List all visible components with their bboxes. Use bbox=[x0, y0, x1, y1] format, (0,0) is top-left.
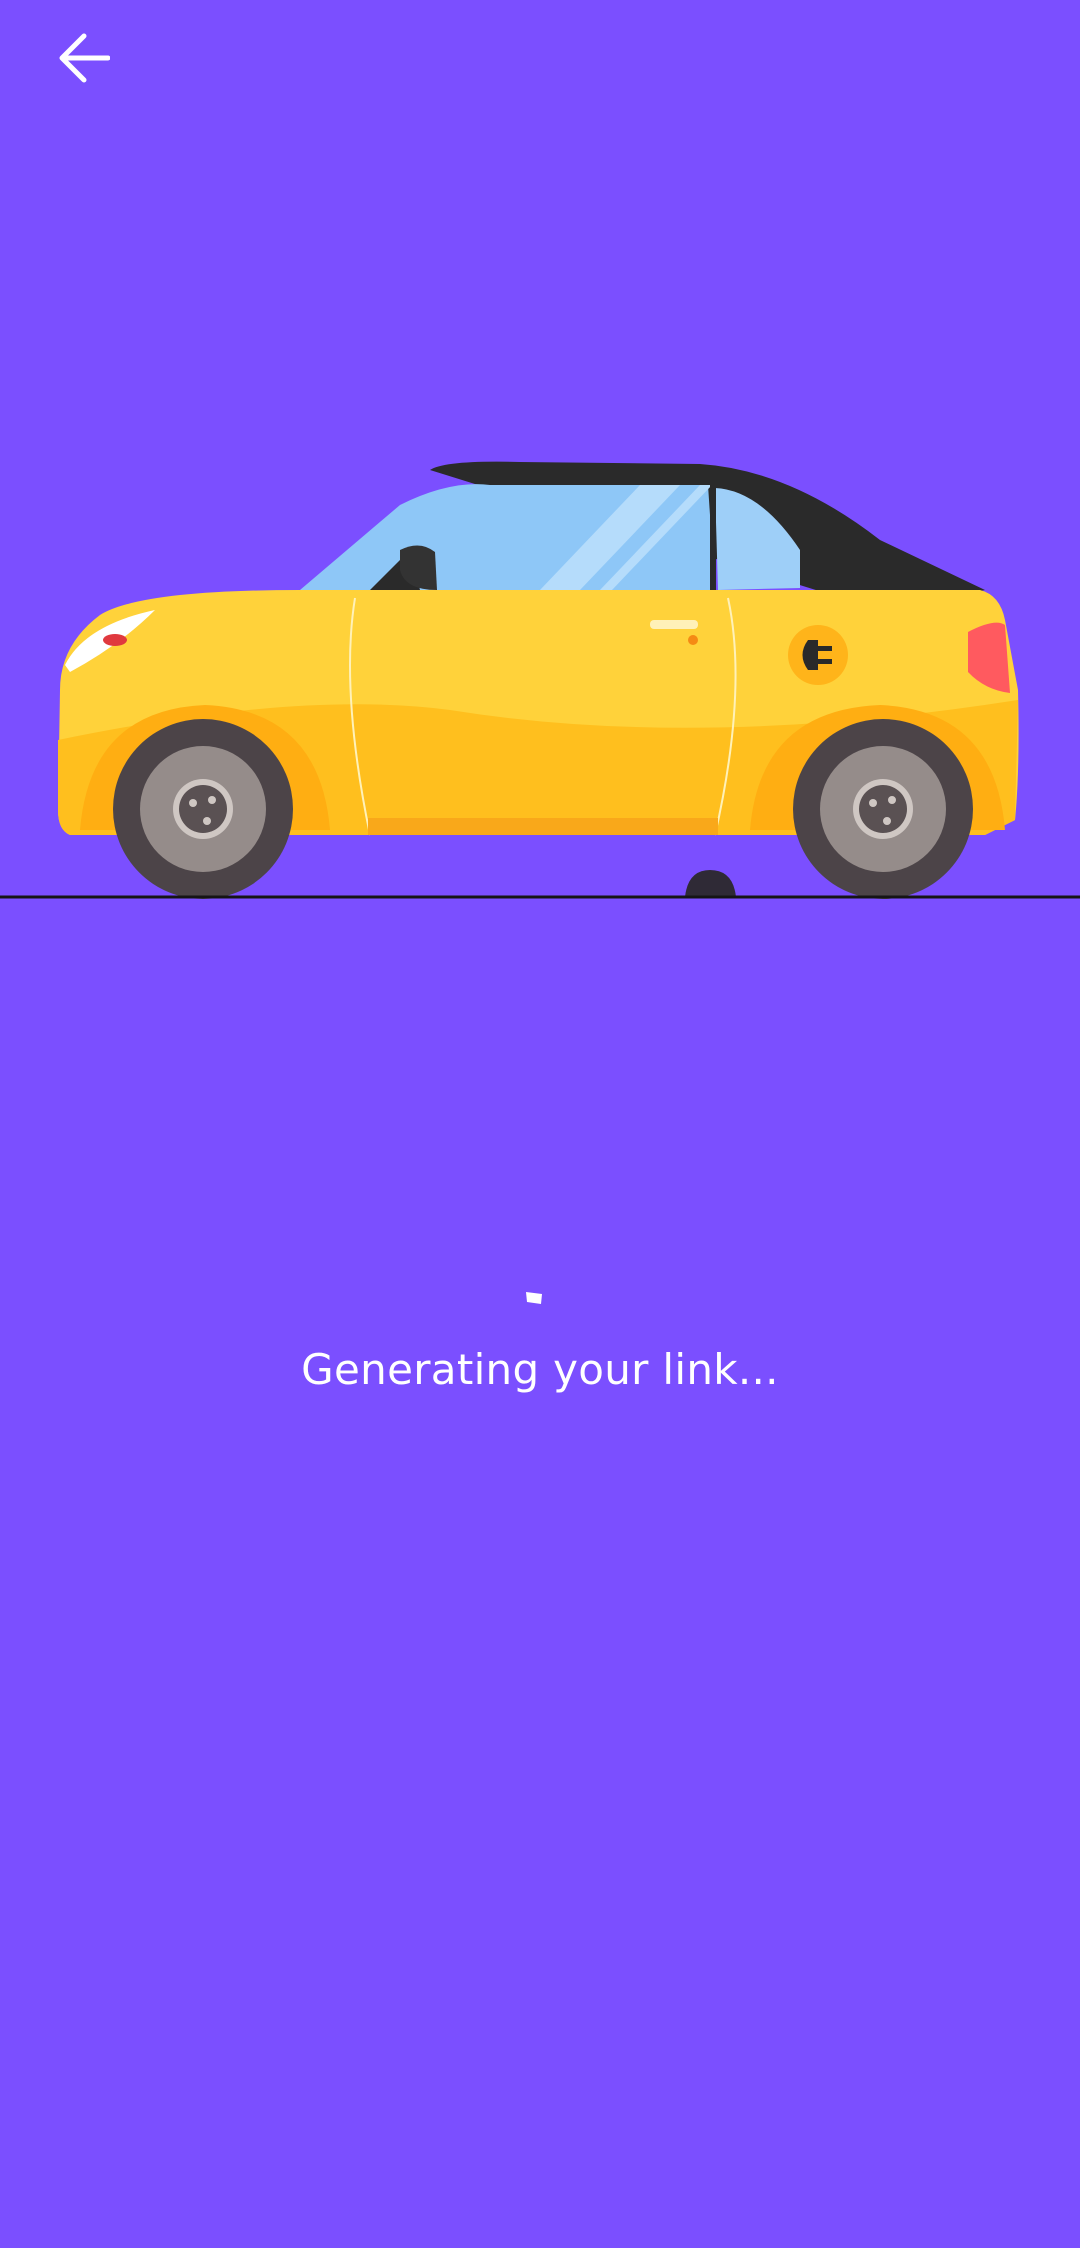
rear-wheel bbox=[793, 719, 973, 899]
car-illustration bbox=[0, 461, 1080, 899]
loading-status-text: Generating your link... bbox=[301, 1345, 779, 1394]
back-button[interactable] bbox=[44, 18, 124, 98]
front-wheel bbox=[113, 719, 293, 899]
arrow-left-icon bbox=[59, 33, 110, 83]
loading-spinner-icon bbox=[526, 1292, 542, 1304]
